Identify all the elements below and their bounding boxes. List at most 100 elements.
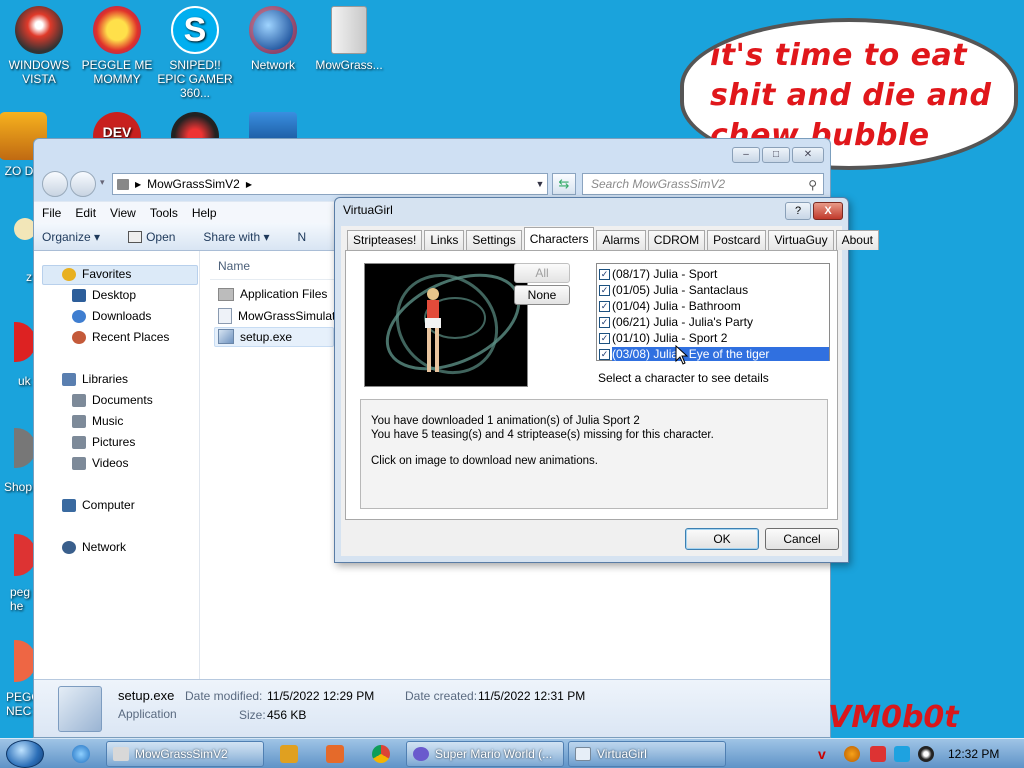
tab-links[interactable]: Links [424,230,465,250]
tab-stripteases[interactable]: Stripteases! [347,230,423,250]
menu-view[interactable]: View [110,206,136,220]
character-list[interactable]: ✓ (08/17) Julia - Sport ✓ (01/05) Julia … [596,263,830,361]
desktop-icon-network[interactable]: Network [234,6,312,72]
character-preview-image[interactable] [364,263,528,387]
file-row[interactable]: MowGrassSimulat [218,308,335,324]
ie-icon[interactable] [72,745,90,763]
characters-panel: All None ✓ (08/17) Julia - Sport ✓ (01/0… [345,250,838,520]
tab-settings[interactable]: Settings [466,230,522,250]
tab-cdrom[interactable]: CDROM [647,230,706,250]
peggle-icon [93,6,141,54]
taskbar-clock[interactable]: 12:32 PM [948,747,999,761]
navigation-pane: Favorites Desktop Downloads Recent Place… [34,251,200,679]
select-all-button[interactable]: All [514,263,570,283]
chrome-icon[interactable] [372,745,390,763]
nav-videos[interactable]: Videos [72,456,128,470]
checkbox-checked-icon[interactable]: ✓ [599,300,610,312]
desktop-icon-mowgrass[interactable]: MowGrass... [310,6,388,72]
checkbox-checked-icon[interactable]: ✓ [599,316,610,328]
new-folder-button[interactable]: N [297,230,306,244]
character-item[interactable]: ✓ (01/05) Julia - Santaclaus [599,282,829,298]
nav-documents[interactable]: Documents [72,393,153,407]
checkbox-checked-icon[interactable]: ✓ [599,332,610,344]
character-item-selected[interactable]: ✓ (03/08) Julia - Eye of the tiger [599,346,829,362]
character-label: (01/05) Julia - Santaclaus [612,283,749,297]
character-item[interactable]: ✓ (01/10) Julia - Sport 2 [599,330,829,346]
file-row[interactable]: Application Files [218,287,327,301]
menu-file[interactable]: File [42,206,61,220]
minimize-button[interactable]: ‒ [732,147,760,163]
desktop-icon-peggle[interactable]: PEGGLE ME MOMMY [78,6,156,86]
paint-icon[interactable] [326,745,344,763]
share-with-button[interactable]: Share with ▾ [203,230,269,244]
dialog-close-button[interactable]: X [813,202,843,220]
setup-icon [58,686,102,732]
forward-button[interactable] [70,171,96,197]
documents-icon [72,393,86,407]
column-header-name[interactable]: Name [218,259,250,273]
address-bar[interactable]: ▶ MowGrassSimV2 ▶ [112,173,548,195]
close-button[interactable]: ✕ [792,147,824,163]
dialog-client: Stripteases! Links Settings Characters A… [341,226,879,556]
desktop-icon-skype[interactable]: S SNIPED!! EPIC GAMER 360... [156,6,234,100]
nav-music[interactable]: Music [72,414,123,428]
speaker-tray-icon[interactable] [918,746,934,762]
taskbar-button-super-mario[interactable]: Super Mario World (... [406,741,564,767]
back-button[interactable] [42,171,68,197]
taskbar-button-virtuagirl[interactable]: VirtuaGirl [568,741,726,767]
maximize-button[interactable]: □ [762,147,790,163]
music-icon [72,414,86,428]
tab-about[interactable]: About [835,230,879,250]
nav-desktop[interactable]: Desktop [72,288,136,302]
character-item[interactable]: ✓ (08/17) Julia - Sport [599,266,829,282]
address-dropdown-icon[interactable]: ▼ [532,173,548,195]
explorer-title-bar[interactable]: ‒ □ ✕ [34,139,830,167]
recent-pages-chevron-icon[interactable]: ▾ [100,177,105,188]
search-placeholder: Search MowGrassSimV2 [591,177,726,191]
nav-pictures[interactable]: Pictures [72,435,135,449]
tab-characters[interactable]: Characters [523,227,595,250]
checkbox-checked-icon[interactable]: ✓ [599,284,610,296]
taskbar-button-explorer[interactable]: MowGrassSimV2 [106,741,264,767]
tab-alarms[interactable]: Alarms [596,230,646,250]
nav-downloads[interactable]: Downloads [72,309,151,323]
nav-recent-places[interactable]: Recent Places [72,330,169,344]
file-row-selected[interactable]: setup.exe [218,329,292,344]
menu-tools[interactable]: Tools [150,206,178,220]
nav-network[interactable]: Network [62,540,126,554]
character-item[interactable]: ✓ (06/21) Julia - Julia's Party [599,314,829,330]
breadcrumb-arrow-icon: ▶ [135,179,142,189]
folder-icon [331,6,367,54]
start-button[interactable] [6,740,44,768]
help-button[interactable]: ? [785,202,811,220]
organize-button[interactable]: Organize ▾ [42,230,100,244]
nav-label: Pictures [92,435,136,449]
search-input[interactable]: Search MowGrassSimV2 ⚲ [582,173,824,195]
select-none-button[interactable]: None [514,285,570,305]
menu-help[interactable]: Help [192,206,217,220]
nav-computer[interactable]: Computer [62,498,135,512]
media-player-icon[interactable] [280,745,298,763]
desktop-icon-windows-vista[interactable]: WINDOWS VISTA [0,6,78,86]
desktop-icon-label: SNIPED!! EPIC GAMER 360... [157,58,233,100]
checkbox-checked-icon[interactable]: ✓ [599,268,610,280]
open-button[interactable]: Open [128,230,175,244]
breadcrumb-current[interactable]: MowGrassSimV2 [147,177,240,191]
menu-edit[interactable]: Edit [75,206,96,220]
character-item[interactable]: ✓ (01/04) Julia - Bathroom [599,298,829,314]
nav-label: Favorites [82,267,132,281]
tab-virtuaguy[interactable]: VirtuaGuy [768,230,834,250]
tab-postcard[interactable]: Postcard [707,230,767,250]
refresh-icon[interactable]: ⇆ [552,173,576,195]
search-icon[interactable]: ⚲ [808,175,817,195]
checkbox-checked-icon[interactable]: ✓ [599,348,610,360]
monitor-tray-icon[interactable] [894,746,910,762]
nav-libraries[interactable]: Libraries [62,372,128,386]
search-tray-icon[interactable] [844,746,860,762]
ok-button[interactable]: OK [685,528,759,550]
cancel-button[interactable]: Cancel [765,528,839,550]
virtuagirl-tray-icon[interactable]: v [818,746,834,762]
flag-tray-icon[interactable] [870,746,886,762]
nav-favorites[interactable]: Favorites [62,267,131,281]
virtuagirl-dialog[interactable]: VirtuaGirl ? X Stripteases! Links Settin… [334,197,879,563]
